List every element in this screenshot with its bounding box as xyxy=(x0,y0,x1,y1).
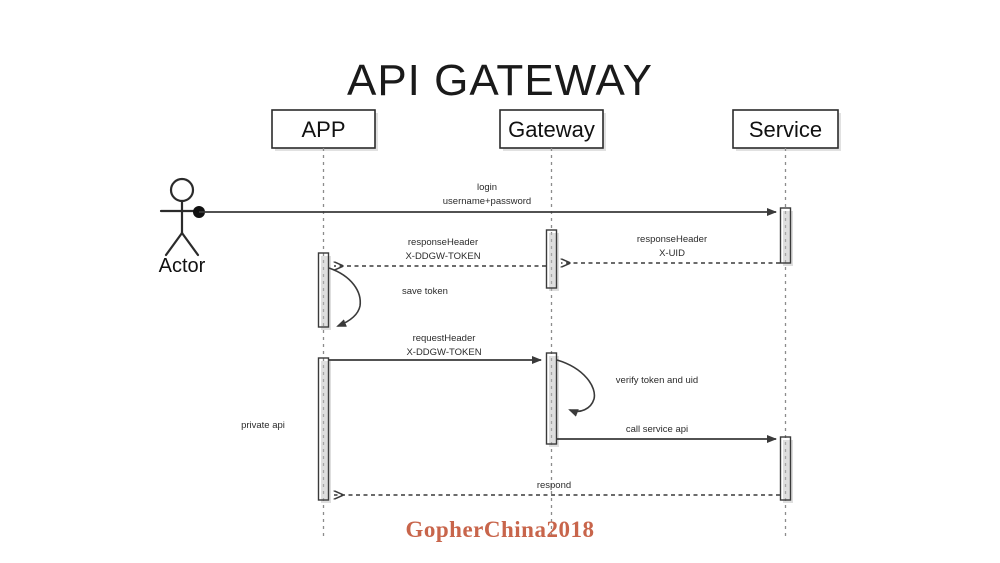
message-label-line-1: responseHeader xyxy=(637,234,707,245)
message-label-line-1: save token xyxy=(402,286,448,297)
message-verify-token[interactable]: verify token and uid xyxy=(556,359,698,417)
message-label-line-1: call service api xyxy=(626,424,688,435)
message-label-line-1: responseHeader xyxy=(408,237,478,248)
activation-app-2 xyxy=(317,357,330,501)
message-label-line-1: verify token and uid xyxy=(616,375,698,386)
participant-gateway[interactable]: Gateway xyxy=(499,109,606,540)
activation-gateway-1 xyxy=(545,229,558,289)
sequence-diagram-canvas: API GATEWAY APP Gateway Service Actor lo… xyxy=(159,56,841,542)
participant-label-app: APP xyxy=(301,117,345,142)
sequence-diagram-page: API GATEWAY APP Gateway Service Actor lo… xyxy=(0,0,1000,563)
actor-label: Actor xyxy=(159,255,206,277)
participant-label-service: Service xyxy=(749,117,822,142)
message-login[interactable]: login username+password xyxy=(193,182,777,218)
actor-figure[interactable]: Actor xyxy=(159,177,206,277)
note-private-api: private api xyxy=(241,420,285,431)
message-label-line-1: login xyxy=(477,182,497,193)
message-label-line-1: requestHeader xyxy=(413,333,476,344)
activation-bars xyxy=(317,207,793,503)
message-respond[interactable]: respond xyxy=(334,480,780,495)
message-label-line-2: X-DDGW-TOKEN xyxy=(405,251,480,262)
activation-gateway-2 xyxy=(545,352,558,445)
message-label-line-2: username+password xyxy=(443,196,531,207)
self-message-arrow[interactable] xyxy=(328,267,361,327)
message-response-token[interactable]: responseHeader X-DDGW-TOKEN xyxy=(334,237,546,266)
message-response-uid[interactable]: responseHeader X-UID xyxy=(561,234,780,263)
message-save-token[interactable]: save token xyxy=(328,267,448,327)
message-call-service-api[interactable]: call service api xyxy=(557,424,777,443)
participant-label-gateway: Gateway xyxy=(508,117,595,142)
activation-service-1 xyxy=(779,207,792,264)
message-label-line-2: X-DDGW-TOKEN xyxy=(406,347,481,358)
message-label-line-2: X-UID xyxy=(659,248,685,259)
self-message-arrow[interactable] xyxy=(556,359,596,417)
activation-service-2 xyxy=(779,436,792,501)
watermark: GopherChina2018 xyxy=(406,517,595,542)
activation-app-1 xyxy=(317,252,330,328)
message-label-line-1: respond xyxy=(537,480,571,491)
page-title: API GATEWAY xyxy=(347,56,653,105)
message-request-token[interactable]: requestHeader X-DDGW-TOKEN xyxy=(329,333,542,364)
